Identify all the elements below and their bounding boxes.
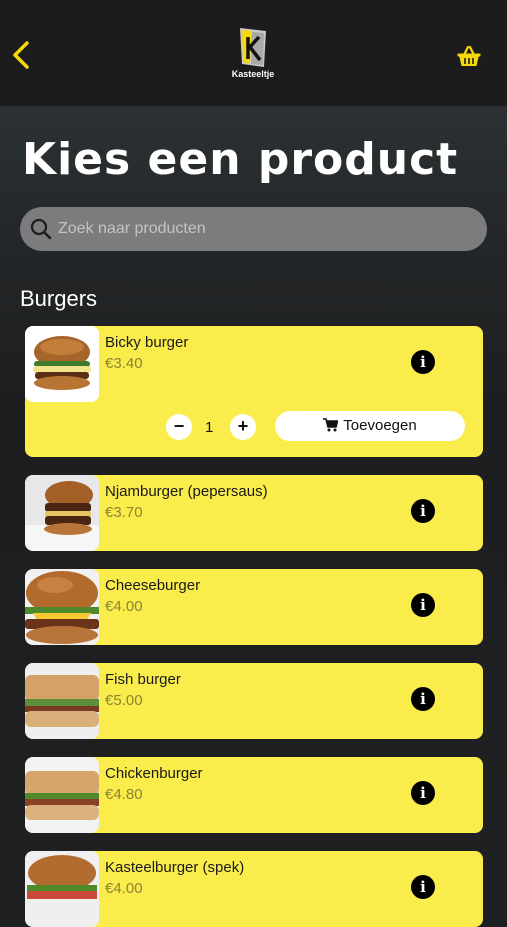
info-icon[interactable]: i (411, 875, 435, 899)
increase-quantity-button[interactable]: + (230, 414, 256, 440)
product-card[interactable]: Njamburger (pepersaus) €3.70 i (25, 475, 483, 551)
product-card[interactable]: Fish burger €5.00 i (25, 663, 483, 739)
product-price: €3.70 (105, 504, 143, 521)
search-input[interactable] (58, 207, 468, 251)
logo-text: Kasteeltje (231, 69, 275, 79)
page-title: Kies een product (22, 134, 459, 185)
product-image (25, 663, 99, 739)
section-title: Burgers (20, 286, 98, 311)
product-image (25, 569, 99, 645)
product-card[interactable]: Cheeseburger €4.00 i (25, 569, 483, 645)
cart-icon (323, 418, 339, 432)
quantity-value: 1 (205, 419, 214, 436)
product-price: €4.80 (105, 786, 143, 803)
product-image (25, 475, 99, 551)
search-icon (30, 218, 52, 240)
product-image (25, 851, 99, 927)
info-icon[interactable]: i (411, 593, 435, 617)
product-price: €3.40 (105, 355, 143, 372)
search-bar[interactable] (20, 207, 487, 251)
product-price: €4.00 (105, 880, 143, 897)
product-card[interactable]: Kasteelburger (spek) €4.00 i (25, 851, 483, 927)
brand-logo: Kasteeltje (228, 26, 278, 88)
product-name: Fish burger (105, 671, 181, 688)
add-to-cart-button[interactable]: Toevoegen (275, 411, 465, 441)
chevron-left-icon[interactable] (8, 38, 38, 72)
info-icon[interactable]: i (411, 687, 435, 711)
product-name: Njamburger (pepersaus) (105, 483, 268, 500)
product-name: Kasteelburger (spek) (105, 859, 245, 876)
product-card[interactable]: Bicky burger €3.40 i − 1 + Toevoegen (25, 326, 483, 457)
top-bar: Kasteeltje (0, 0, 507, 106)
add-button-label: Toevoegen (343, 417, 417, 434)
info-icon[interactable]: i (411, 350, 435, 374)
info-icon[interactable]: i (411, 499, 435, 523)
decrease-quantity-button[interactable]: − (166, 414, 192, 440)
basket-icon[interactable] (456, 44, 482, 70)
product-image (25, 757, 99, 833)
product-price: €5.00 (105, 692, 143, 709)
product-name: Bicky burger (105, 334, 189, 351)
product-name: Cheeseburger (105, 577, 201, 594)
product-name: Chickenburger (105, 765, 203, 782)
product-card[interactable]: Chickenburger €4.80 i (25, 757, 483, 833)
product-price: €4.00 (105, 598, 143, 615)
product-image (25, 326, 99, 402)
info-icon[interactable]: i (411, 781, 435, 805)
